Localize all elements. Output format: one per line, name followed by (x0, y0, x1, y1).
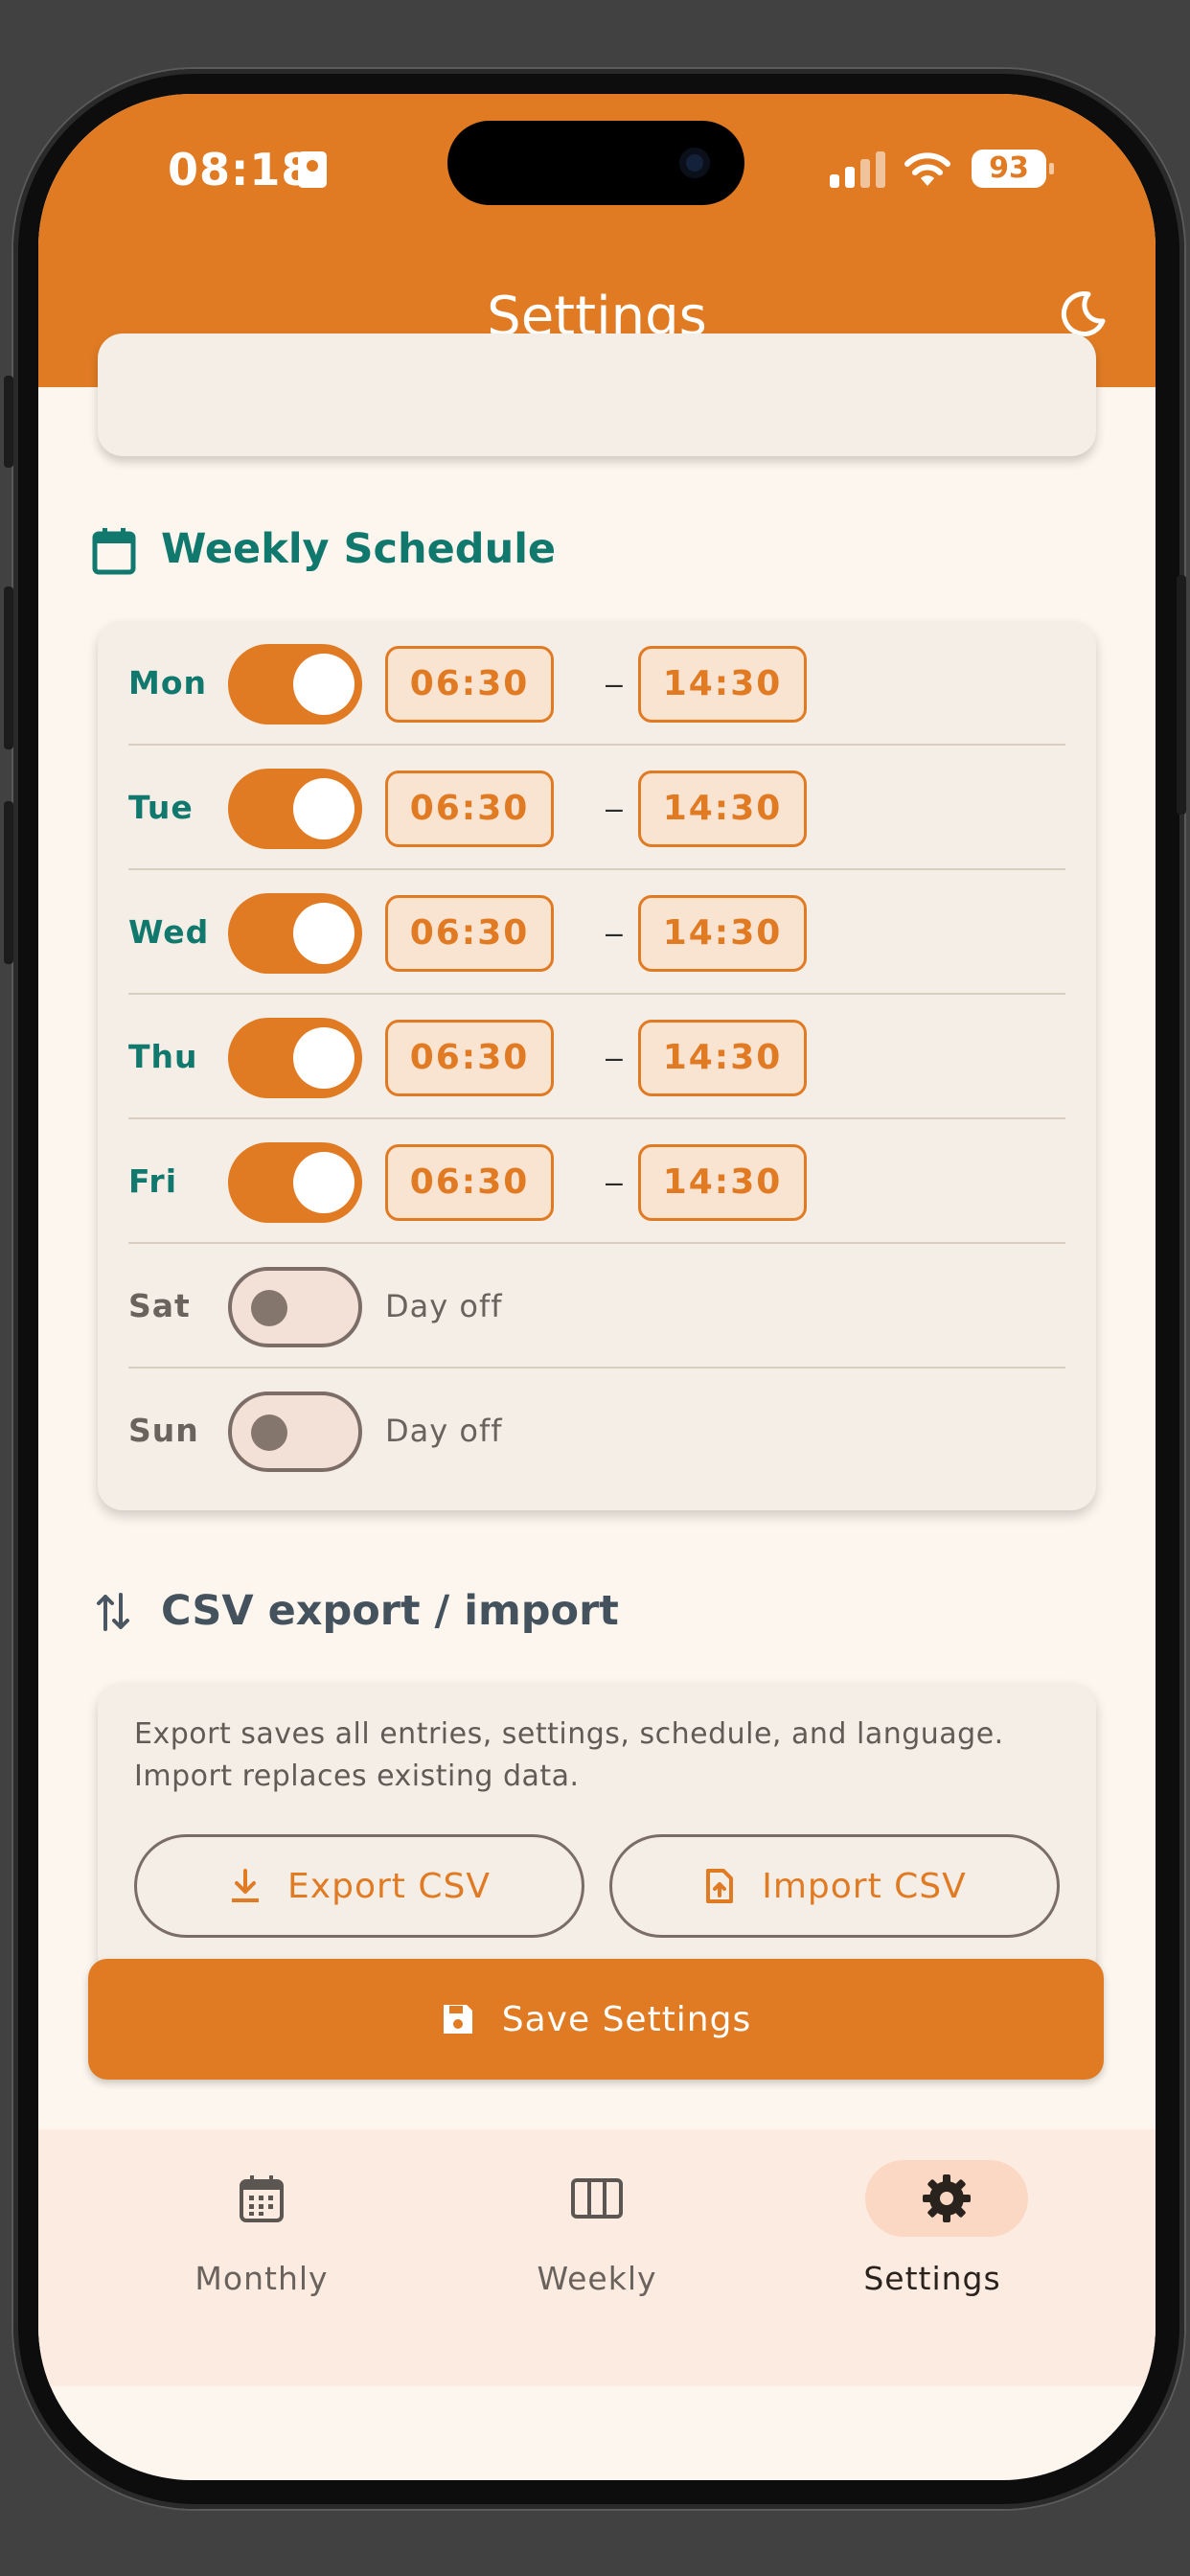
side-button-action (4, 376, 13, 468)
day-label: Tue (128, 789, 194, 826)
nav-label-weekly: Weekly (537, 2260, 657, 2297)
nav-label-settings: Settings (863, 2260, 1001, 2297)
contact-card-icon (298, 151, 327, 188)
time-separator: – (606, 666, 623, 701)
side-button-volume-up (4, 586, 13, 749)
day-label: Sat (128, 1287, 191, 1324)
weekly-schedule-title: Weekly Schedule (161, 525, 557, 573)
export-csv-label: Export CSV (287, 1866, 491, 1906)
battery-indicator: 93 (972, 150, 1054, 188)
side-button-volume-down (4, 801, 13, 964)
start-time-field[interactable]: 06:30 (385, 895, 554, 972)
dynamic-island (447, 121, 744, 205)
time-separator: – (606, 1040, 623, 1074)
columns-icon (571, 2178, 623, 2219)
gear-icon (923, 2174, 971, 2222)
day-toggle[interactable] (228, 1018, 362, 1098)
import-csv-label: Import CSV (762, 1866, 967, 1906)
day-label: Wed (128, 913, 210, 951)
weekly-schedule-card: Mon 06:30 – 14:30 Tue 06:30 – 14:30 Wed … (98, 621, 1096, 1510)
end-time-field[interactable]: 14:30 (638, 1020, 807, 1096)
day-toggle[interactable] (228, 1142, 362, 1223)
end-time-field[interactable]: 14:30 (638, 895, 807, 972)
status-time: 08:18 (168, 144, 313, 196)
signal-icon (830, 151, 887, 188)
download-icon (232, 1869, 260, 1902)
app-screen: 08:18 93 Settings Weekly Schedule Mon 06… (38, 94, 1156, 2480)
nav-item-settings[interactable]: Settings (789, 2129, 1076, 2340)
start-time-field[interactable]: 06:30 (385, 770, 554, 847)
start-time-field[interactable]: 06:30 (385, 646, 554, 723)
end-time-field[interactable]: 14:30 (638, 1144, 807, 1221)
schedule-row-thu: Thu 06:30 – 14:30 (128, 995, 1065, 1119)
nav-label-monthly: Monthly (195, 2260, 329, 2297)
day-label: Thu (128, 1038, 198, 1075)
bottom-navigation: Monthly Weekly Settings (38, 2129, 1156, 2386)
day-off-text: Day off (385, 1413, 503, 1449)
schedule-row-sat: Sat Day off (128, 1244, 1065, 1368)
day-label: Sun (128, 1412, 199, 1449)
day-label: Mon (128, 664, 208, 702)
time-separator: – (606, 791, 623, 825)
moon-icon[interactable] (1058, 289, 1108, 339)
previous-settings-card (98, 334, 1096, 456)
day-toggle[interactable] (228, 769, 362, 849)
swap-vertical-icon (97, 1593, 129, 1631)
camera-icon (679, 148, 710, 178)
day-toggle[interactable] (228, 644, 362, 724)
save-settings-button[interactable]: Save Settings (88, 1959, 1104, 2080)
file-upload-icon (706, 1869, 734, 1903)
time-separator: – (606, 915, 623, 950)
side-button-power (1177, 575, 1186, 815)
end-time-field[interactable]: 14:30 (638, 770, 807, 847)
day-label: Fri (128, 1162, 178, 1200)
day-toggle[interactable] (228, 1267, 362, 1347)
schedule-row-tue: Tue 06:30 – 14:30 (128, 746, 1065, 870)
import-csv-button[interactable]: Import CSV (609, 1834, 1060, 1938)
day-off-text: Day off (385, 1288, 503, 1324)
calendar-grid-icon (240, 2175, 284, 2222)
nav-item-monthly[interactable]: Monthly (118, 2129, 405, 2340)
start-time-field[interactable]: 06:30 (385, 1144, 554, 1221)
export-csv-button[interactable]: Export CSV (134, 1834, 584, 1938)
start-time-field[interactable]: 06:30 (385, 1020, 554, 1096)
schedule-row-sun: Sun Day off (128, 1368, 1065, 1493)
day-toggle[interactable] (228, 1392, 362, 1472)
calendar-icon (92, 528, 136, 575)
save-settings-label: Save Settings (501, 1999, 752, 2039)
schedule-row-wed: Wed 06:30 – 14:30 (128, 870, 1065, 995)
csv-description: Export saves all entries, settings, sche… (134, 1714, 1064, 1798)
day-toggle[interactable] (228, 893, 362, 974)
end-time-field[interactable]: 14:30 (638, 646, 807, 723)
csv-card: Export saves all entries, settings, sche… (98, 1683, 1096, 1980)
floppy-disk-icon (443, 2005, 472, 2034)
schedule-row-fri: Fri 06:30 – 14:30 (128, 1119, 1065, 1244)
nav-item-weekly[interactable]: Weekly (453, 2129, 741, 2340)
csv-description-line-2: Import replaces existing data. (134, 1760, 580, 1793)
time-separator: – (606, 1164, 623, 1199)
csv-section-title: CSV export / import (161, 1587, 619, 1635)
csv-description-line-1: Export saves all entries, settings, sche… (134, 1717, 1004, 1751)
schedule-row-mon: Mon 06:30 – 14:30 (128, 621, 1065, 746)
wifi-icon (904, 152, 950, 186)
